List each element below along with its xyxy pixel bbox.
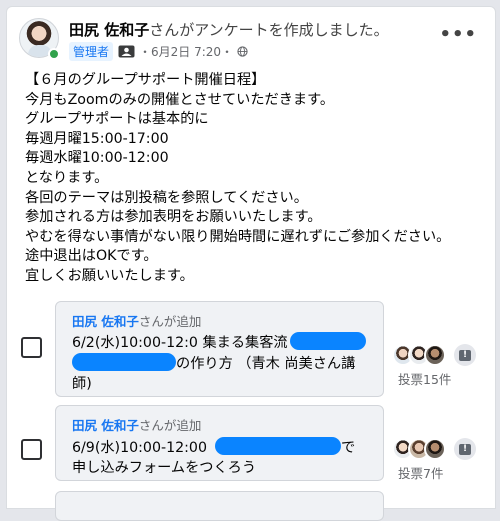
option-adder-name[interactable]: 田尻 佐和子 (72, 418, 139, 433)
post-body: 【６月のグループサポート開催日程】 今月もZoomのみの開催とさせていただきます… (25, 71, 485, 287)
poll-option[interactable]: 田尻 佐和子さんが追加 6/2(水)10:00-12:0 集まる集客流 の作り方… (55, 301, 384, 397)
poll-option-row: 田尻 佐和子さんが追加 6/2(水)10:00-12:0 集まる集客流 の作り方… (7, 301, 497, 397)
post-body-line: 毎週水曜10:00-12:00 (25, 150, 169, 167)
voter-avatar (424, 438, 446, 460)
group-badge-icon (118, 45, 135, 58)
poll-option-text: 6/9(水)10:00-12:00 で 申し込みフォームをつくろう (72, 437, 372, 478)
alert-icon[interactable]: ! (454, 344, 476, 366)
poll-option-checkbox[interactable] (21, 439, 42, 460)
post-meta: 管理者 ・6月2日 7:20・ (69, 42, 248, 61)
post-body-line: グループサポートは基本的に (25, 111, 209, 128)
vote-count[interactable]: 投票15件 (398, 369, 451, 388)
post-body-line: となります。 (25, 169, 109, 186)
post-body-line: やむを得ない事情がない限り開始時間に遅れずにご参加ください。 (25, 228, 451, 245)
option-added-by: 田尻 佐和子さんが追加 (72, 314, 202, 329)
author-name[interactable]: 田尻 佐和子 (69, 21, 149, 39)
admin-badge: 管理者 (69, 42, 114, 61)
post-body-line: 宜しくお願いいたします。 (25, 267, 194, 284)
online-status-indicator (48, 48, 60, 60)
redaction-mark (72, 353, 176, 371)
poll-option[interactable] (55, 491, 384, 521)
alert-icon[interactable]: ! (454, 438, 476, 460)
poll-option-text: 6/2(水)10:00-12:0 集まる集客流 の作り方 （青木 尚美さん講 師… (72, 332, 372, 394)
post-body-line: 【６月のグループサポート開催日程】 (25, 72, 266, 88)
post-body-line: 毎週月曜15:00-17:00 (25, 130, 169, 147)
voter-avatar (424, 344, 446, 366)
post-body-line: 今月もZoomのみの開催とさせていただきます。 (25, 91, 335, 108)
redaction-mark (289, 332, 366, 350)
post-card: 田尻 佐和子さんがアンケートを作成しました。 管理者 ・6月2日 7:20・ •… (6, 6, 497, 521)
post-header: 田尻 佐和子さんがアンケートを作成しました。 (69, 19, 389, 40)
option-added-by: 田尻 佐和子さんが追加 (72, 418, 202, 433)
voter-avatars[interactable]: ! (392, 438, 476, 460)
globe-icon (237, 46, 248, 57)
post-body-line: 参加される方は参加表明をお願いいたします。 (25, 209, 322, 226)
post-date[interactable]: ・6月2日 7:20・ (139, 43, 233, 60)
poll-option-checkbox[interactable] (21, 337, 42, 358)
vote-count[interactable]: 投票7件 (398, 463, 443, 482)
more-options-icon[interactable]: ••• (439, 24, 477, 45)
voter-avatars[interactable]: ! (392, 344, 476, 366)
post-action-text: さんがアンケートを作成しました。 (149, 21, 389, 39)
post-body-line: 各回のテーマは別投稿を参照してください。 (25, 189, 308, 206)
poll-option[interactable]: 田尻 佐和子さんが追加 6/9(水)10:00-12:00 で 申し込みフォームを… (55, 405, 384, 481)
redaction-mark (214, 437, 341, 455)
option-adder-name[interactable]: 田尻 佐和子 (72, 314, 139, 329)
poll-option-row: 田尻 佐和子さんが追加 6/9(水)10:00-12:00 で 申し込みフォームを… (7, 405, 497, 483)
post-body-line: 途中退出はOKです。 (25, 248, 158, 265)
